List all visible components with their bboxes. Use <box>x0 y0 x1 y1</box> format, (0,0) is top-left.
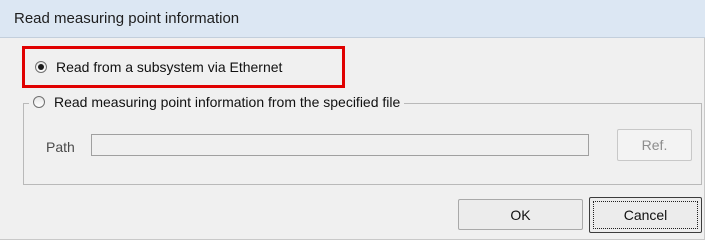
radio-option-subsystem[interactable]: Read from a subsystem via Ethernet <box>35 59 282 75</box>
path-label: Path <box>46 139 75 155</box>
dialog-title: Read measuring point information <box>14 10 240 27</box>
radio-option-subsystem-label: Read from a subsystem via Ethernet <box>56 59 283 75</box>
path-input[interactable] <box>91 134 589 156</box>
ref-button-label: Ref. <box>641 137 668 153</box>
cancel-button-label: Cancel <box>593 201 698 229</box>
ref-button[interactable]: Ref. <box>617 129 692 161</box>
dialog-window: Read measuring point information Read fr… <box>0 0 705 240</box>
title-bar[interactable]: Read measuring point information <box>0 0 705 38</box>
radio-option-file-label: Read measuring point information from th… <box>54 94 401 110</box>
ok-button-label: OK <box>510 206 531 223</box>
ok-button[interactable]: OK <box>458 199 583 230</box>
radio-unselected-icon[interactable] <box>33 96 45 108</box>
radio-option-file[interactable]: Read measuring point information from th… <box>29 94 405 110</box>
cancel-button[interactable]: Cancel <box>589 197 702 233</box>
radio-selected-icon[interactable] <box>35 61 47 73</box>
